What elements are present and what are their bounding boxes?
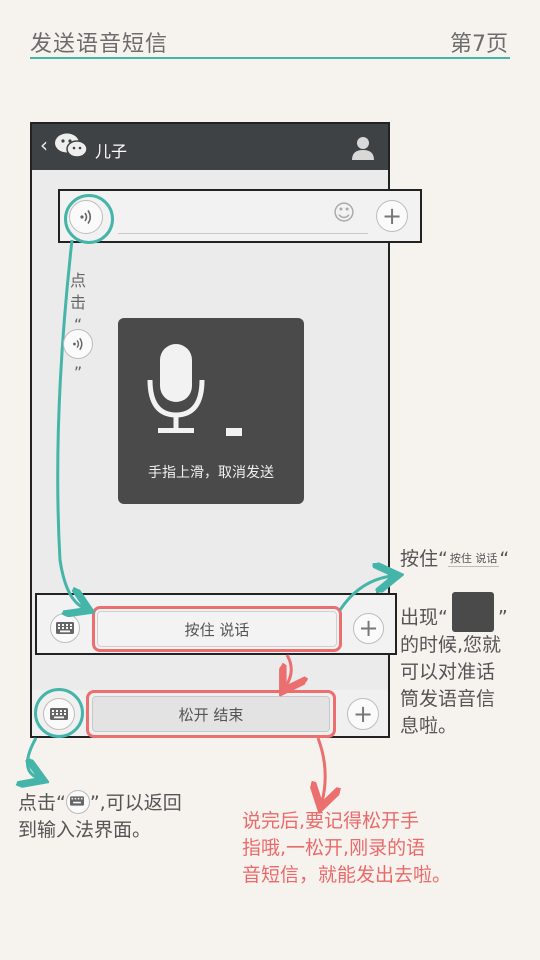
appear-note-lines: 的时候,您就 可以对准话 筒发语音信 息啦。 bbox=[400, 632, 501, 740]
keyboard-note-line2: 到输入法界面。 bbox=[18, 819, 152, 841]
click-note-char1: 点 bbox=[69, 271, 86, 290]
arrow-to-done-note bbox=[318, 737, 325, 802]
appear-note-suffix: ” bbox=[497, 606, 508, 629]
appear-note-line: 的时候,您就 bbox=[400, 634, 502, 656]
done-note-line: 指哦,一松开,刚录的语 bbox=[242, 837, 426, 859]
click-note-close-quote: ” bbox=[73, 363, 83, 382]
keyboard-icon bbox=[69, 795, 84, 806]
appear-note-line: 可以对准话 bbox=[400, 661, 496, 683]
press-note: 按住“ 按住 说话 “ bbox=[400, 546, 509, 573]
overlay-thumbnail bbox=[451, 592, 494, 632]
press-note-prefix: 按住“ bbox=[400, 548, 448, 570]
press-note-suffix: “ bbox=[499, 548, 510, 570]
done-note-line: 说完后,要记得松开手 bbox=[242, 810, 420, 832]
click-note-char2: 击 bbox=[69, 293, 86, 312]
keyboard-note-suffix: ”,可以返回 bbox=[89, 792, 182, 814]
appear-note-prefix: 出现“ bbox=[400, 606, 448, 629]
press-note-chip: 按住 说话 bbox=[447, 552, 500, 567]
arrow-hold-to-release bbox=[286, 654, 291, 686]
arrow-to-keyboard-note bbox=[27, 737, 38, 778]
done-note: 说完后,要记得松开手 指哦,一松开,刚录的语 音短信，就能发出去啦。 bbox=[242, 808, 451, 889]
done-note-line: 音短信，就能发出去啦。 bbox=[242, 864, 452, 886]
appear-note-line: 息啦。 bbox=[400, 715, 458, 737]
keyboard-icon-chip bbox=[65, 789, 90, 814]
appear-note-line: 筒发语音信 bbox=[400, 688, 496, 710]
arrow-to-press-note bbox=[338, 576, 392, 611]
voice-icon-chip bbox=[63, 329, 93, 359]
voice-wave-icon bbox=[73, 337, 83, 351]
keyboard-note: 点击“ ”,可以返回 到输入法界面。 bbox=[18, 789, 182, 844]
keyboard-note-prefix: 点击“ bbox=[18, 792, 66, 814]
